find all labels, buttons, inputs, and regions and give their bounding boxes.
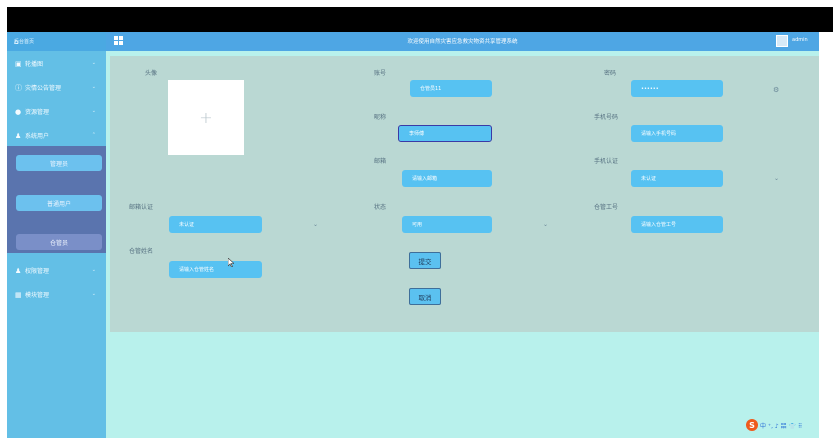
sidebar-item-resources[interactable]: ● 资源管理 ⌄	[7, 102, 106, 121]
account-label: 账号	[374, 70, 387, 77]
avatar-label: 头像	[145, 70, 158, 77]
top-header: 欢迎使用自然灾害应急救灾物资共享管理系统 admin	[106, 32, 819, 51]
chevron-down-icon: ⌄	[91, 84, 96, 90]
account-field[interactable]: 仓管员11	[410, 80, 492, 97]
info-icon: ⓘ	[15, 83, 22, 92]
phone-verify-select[interactable]: 未认证	[631, 170, 723, 187]
keeper-name-label: 仓管姓名	[129, 248, 154, 255]
sidebar-home[interactable]: ⌂ 后台首页	[7, 32, 106, 51]
system-title: 欢迎使用自然灾害应急救灾物资共享管理系统	[407, 39, 518, 45]
browser-top-bar	[7, 7, 833, 32]
user-avatar[interactable]	[776, 35, 788, 47]
job-no-label: 仓管工号	[594, 204, 619, 211]
phone-field[interactable]: 请输入手机号码	[631, 125, 723, 142]
cancel-button[interactable]: 取消	[409, 288, 441, 305]
sidebar-subitem-warehouse-keeper[interactable]: 仓管员	[16, 234, 102, 250]
chevron-down-icon: ⌄	[91, 291, 96, 297]
top-margin	[0, 0, 840, 7]
job-no-field[interactable]: 请输入仓管工号	[631, 216, 723, 233]
phone-label: 手机号码	[594, 114, 619, 121]
sidebar-subitem-normal-user[interactable]: 普通用户	[16, 195, 102, 211]
chevron-down-icon: ⌄	[91, 108, 96, 114]
avatar-upload[interactable]: +	[168, 80, 244, 155]
sidebar-item-carousel[interactable]: ▣ 轮播图 ⌄	[7, 54, 106, 73]
email-verify-select[interactable]: 未认证	[169, 216, 262, 233]
user-icon: ♟	[15, 131, 22, 140]
keeper-name-field[interactable]: 请输入仓管姓名	[169, 261, 262, 278]
image-icon: ▣	[15, 59, 22, 68]
chevron-down-icon[interactable]: ⌄	[774, 175, 779, 182]
chevron-down-icon[interactable]: ⌄	[543, 221, 548, 228]
submit-button[interactable]: 提交	[409, 252, 441, 269]
nickname-field[interactable]: 李师傅	[398, 125, 492, 142]
sidebar-subitem-admin[interactable]: 管理员	[16, 155, 102, 171]
location-icon: ●	[15, 107, 22, 116]
email-label: 邮箱	[374, 158, 387, 165]
email-field[interactable]: 请输入邮箱	[402, 170, 492, 187]
username[interactable]: admin	[792, 37, 808, 43]
ime-tray: S 中 ⁺, ♪ 㗊 👕 ⠿	[746, 419, 818, 431]
status-select[interactable]: 可用	[402, 216, 492, 233]
password-label: 密码	[604, 70, 617, 77]
sogou-logo-icon[interactable]: S	[746, 419, 758, 431]
email-verify-label: 邮箱认证	[129, 204, 154, 211]
system-users-submenu: 管理员 普通用户 仓管员	[7, 146, 106, 253]
grid-icon: ▦	[15, 290, 22, 299]
sidebar: ⌂ 后台首页 ▣ 轮播图 ⌄ ⓘ 灾情公告管理 ⌄ ● 资源管理 ⌄ ♟ 系统用…	[7, 32, 106, 438]
chevron-up-icon: ⌃	[91, 132, 96, 138]
chevron-down-icon: ⌄	[91, 267, 96, 273]
plus-icon: +	[199, 108, 213, 127]
gear-icon[interactable]: ⚙	[773, 86, 779, 94]
chevron-down-icon[interactable]: ⌄	[313, 221, 318, 228]
phone-verify-label: 手机认证	[594, 158, 619, 165]
right-margin	[833, 32, 840, 438]
password-field[interactable]: ••••••	[631, 80, 723, 97]
user-icon: ♟	[15, 266, 22, 275]
mouse-cursor-icon	[228, 258, 234, 267]
chevron-down-icon: ⌄	[91, 60, 96, 66]
ime-status-text[interactable]: 中 ⁺, ♪ 㗊 👕 ⠿	[760, 421, 802, 430]
sidebar-item-permissions[interactable]: ♟ 权限管理 ⌄	[7, 261, 106, 280]
nickname-label: 昵称	[374, 114, 387, 121]
sidebar-item-system-users[interactable]: ♟ 系统用户 ⌃	[7, 126, 106, 145]
sidebar-item-disaster-notice[interactable]: ⓘ 灾情公告管理 ⌄	[7, 78, 106, 97]
sidebar-item-modules[interactable]: ▦ 模块管理 ⌄	[7, 285, 106, 304]
status-label: 状态	[374, 204, 387, 211]
